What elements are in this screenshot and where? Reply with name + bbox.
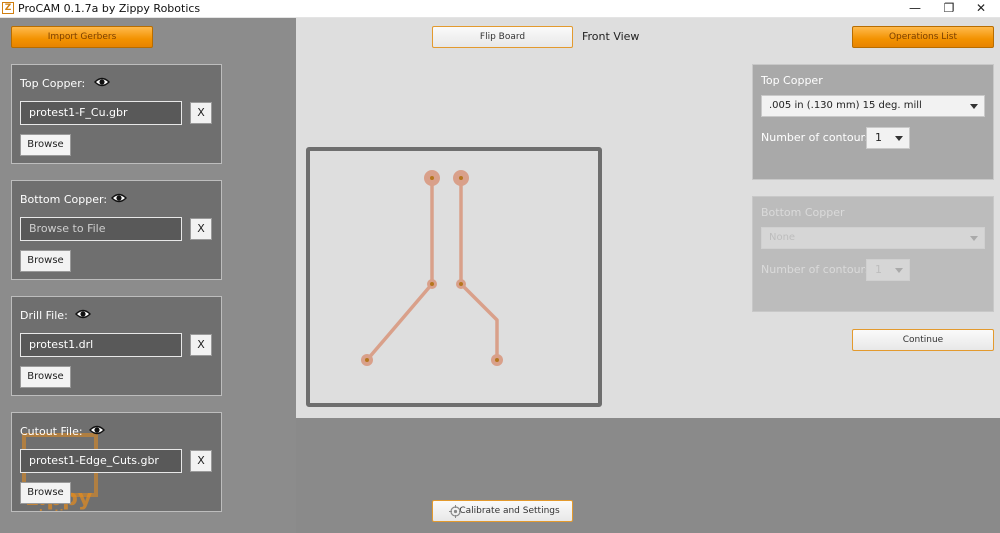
trace-right: [459, 176, 499, 362]
bottom-copper-contours-value: 1: [875, 263, 882, 276]
continue-button[interactable]: Continue: [852, 329, 994, 351]
chevron-down-icon: [895, 268, 903, 273]
top-copper-settings-title: Top Copper: [761, 74, 823, 87]
clear-cutout-file-button[interactable]: X: [190, 450, 212, 472]
bottom-copper-group: Bottom Copper: Browse to File X Browse: [11, 180, 222, 280]
trace-left: [365, 176, 434, 362]
bottom-copper-contours-label: Number of contours:: [761, 263, 875, 276]
minimize-icon[interactable]: —: [900, 0, 930, 18]
bottom-copper-label: Bottom Copper:: [20, 193, 108, 206]
watermark-text-robotics: robotics: [26, 507, 77, 511]
browse-drill-file-button[interactable]: Browse: [20, 366, 71, 388]
top-copper-settings: Top Copper .005 in (.130 mm) 15 deg. mil…: [752, 64, 994, 180]
drill-hole: [459, 282, 463, 286]
cutout-file-group: zippy robotics Cutout File: protest1-Edg…: [11, 412, 222, 512]
top-copper-file-field[interactable]: protest1-F_Cu.gbr: [20, 101, 182, 125]
browse-bottom-copper-button[interactable]: Browse: [20, 250, 71, 272]
import-gerbers-button[interactable]: Import Gerbers: [11, 26, 153, 48]
calibrate-settings-label: Calibrate and Settings: [459, 506, 560, 516]
drill-file-field[interactable]: protest1.drl: [20, 333, 182, 357]
bottom-copper-settings: Bottom Copper None Number of contours: 1: [752, 196, 994, 312]
top-copper-tool-value: .005 in (.130 mm) 15 deg. mill: [769, 100, 922, 111]
bottom-copper-tool-select: None: [761, 227, 985, 249]
eye-icon[interactable]: [75, 309, 91, 319]
top-copper-label: Top Copper:: [20, 77, 86, 90]
chevron-down-icon: [970, 236, 978, 241]
crosshair-icon: [449, 505, 462, 518]
chevron-down-icon: [970, 104, 978, 109]
top-copper-group: Top Copper: protest1-F_Cu.gbr X Browse: [11, 64, 222, 164]
bottom-copper-tool-value: None: [769, 232, 796, 243]
app-logo-icon: Z: [2, 2, 14, 14]
eye-icon[interactable]: [94, 77, 110, 87]
bottom-copper-contours-select: 1: [866, 259, 910, 281]
browse-cutout-file-button[interactable]: Browse: [20, 482, 71, 504]
drill-file-group: Drill File: protest1.drl X Browse: [11, 296, 222, 396]
window-title: ProCAM 0.1.7a by Zippy Robotics: [18, 2, 201, 15]
eye-icon[interactable]: [89, 425, 105, 435]
top-copper-tool-select[interactable]: .005 in (.130 mm) 15 deg. mill: [761, 95, 985, 117]
clear-bottom-copper-button[interactable]: X: [190, 218, 212, 240]
drill-hole: [495, 358, 499, 362]
bottom-copper-file-field[interactable]: Browse to File: [20, 217, 182, 241]
top-copper-contours-value: 1: [875, 131, 882, 144]
maximize-icon[interactable]: ❐: [934, 0, 964, 18]
chevron-down-icon: [895, 136, 903, 141]
top-copper-contours-select[interactable]: 1: [866, 127, 910, 149]
drill-hole: [430, 282, 434, 286]
cutout-file-label: Cutout File:: [20, 425, 83, 438]
clear-drill-file-button[interactable]: X: [190, 334, 212, 356]
clear-top-copper-button[interactable]: X: [190, 102, 212, 124]
cutout-file-field[interactable]: protest1-Edge_Cuts.gbr: [20, 449, 182, 473]
drill-file-label: Drill File:: [20, 309, 68, 322]
drill-hole: [430, 176, 434, 180]
bottom-copper-settings-title: Bottom Copper: [761, 206, 845, 219]
top-copper-contours-label: Number of contours:: [761, 131, 875, 144]
left-panel: Import Gerbers Top Copper: protest1-F_Cu…: [0, 18, 296, 533]
close-icon[interactable]: ✕: [966, 0, 996, 18]
title-bar: Z ProCAM 0.1.7a by Zippy Robotics — ❐ ✕: [0, 0, 1000, 18]
drill-hole: [459, 176, 463, 180]
drill-hole: [365, 358, 369, 362]
browse-top-copper-button[interactable]: Browse: [20, 134, 71, 156]
calibrate-settings-button[interactable]: Calibrate and Settings: [432, 500, 573, 522]
eye-icon[interactable]: [111, 193, 127, 203]
bottom-bar: [296, 418, 1000, 533]
